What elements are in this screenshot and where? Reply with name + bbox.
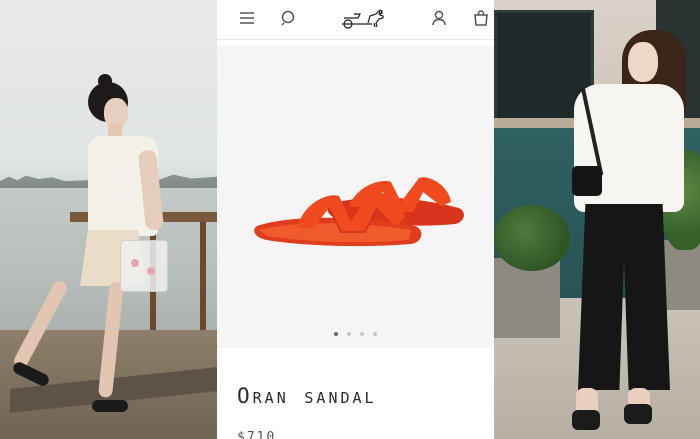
carousel-dot[interactable]	[373, 332, 377, 336]
horse-carriage-logo-icon	[338, 9, 390, 34]
app-header	[217, 0, 494, 40]
black-slide-sandal	[624, 404, 652, 424]
black-slide-sandal	[92, 400, 128, 412]
search-button[interactable]	[277, 8, 301, 32]
product-info: Oran sandal $710	[217, 348, 494, 439]
clear-tote-bag	[120, 240, 168, 292]
hamburger-menu-icon	[238, 9, 256, 31]
stone-planter	[664, 240, 700, 310]
carousel-dot-active[interactable]	[334, 332, 338, 336]
orange-sandal-image	[254, 177, 464, 247]
product-page-screen: Oran sandal $710	[217, 0, 494, 439]
green-shrub	[494, 205, 570, 271]
face	[628, 42, 658, 82]
search-icon	[280, 9, 298, 31]
black-slide-sandal	[572, 410, 600, 430]
right-lifestyle-photo	[494, 0, 700, 439]
account-button[interactable]	[427, 8, 451, 32]
bag-print	[131, 259, 139, 267]
left-lifestyle-photo	[0, 0, 217, 439]
menu-button[interactable]	[235, 8, 259, 32]
carousel-dot[interactable]	[360, 332, 364, 336]
bag-print	[147, 267, 155, 275]
hair-bun	[98, 74, 112, 88]
product-title: Oran sandal	[237, 384, 377, 408]
cart-button[interactable]	[469, 8, 493, 32]
carousel-dot[interactable]	[347, 332, 351, 336]
brand-logo[interactable]	[338, 6, 390, 30]
carousel-pagination	[217, 330, 494, 338]
product-price: $710	[237, 430, 277, 439]
black-handbag	[572, 166, 602, 196]
shopping-bag-icon	[472, 9, 490, 31]
product-image-gallery[interactable]	[217, 46, 494, 348]
user-account-icon	[430, 9, 448, 31]
